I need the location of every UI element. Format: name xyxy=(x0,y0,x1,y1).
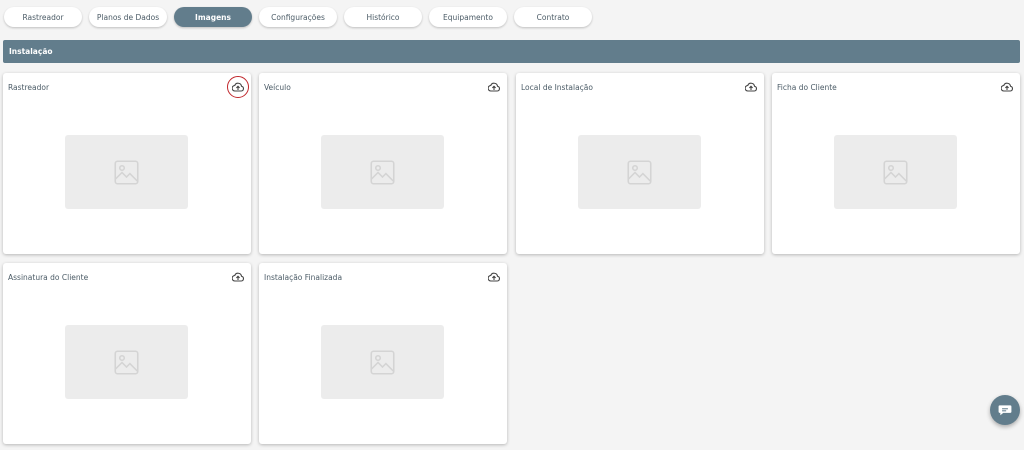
image-placeholder xyxy=(321,325,444,399)
image-icon xyxy=(114,349,139,375)
card-title: Local de Instalação xyxy=(521,83,593,92)
card-title: Ficha do Cliente xyxy=(777,83,837,92)
image-card-rastreador: Rastreador xyxy=(3,73,251,254)
tab-configuracoes[interactable]: Configurações xyxy=(259,7,337,27)
section-title: Instalação xyxy=(9,47,53,56)
image-card-assinatura-do-cliente: Assinatura do Cliente xyxy=(3,263,251,444)
tab-planos-de-dados[interactable]: Planos de Dados xyxy=(89,7,167,27)
image-card-instalacao-finalizada: Instalação Finalizada xyxy=(259,263,507,444)
image-icon xyxy=(370,349,395,375)
card-title: Assinatura do Cliente xyxy=(8,273,89,282)
image-icon xyxy=(370,159,395,185)
image-placeholder xyxy=(834,135,957,209)
cloud-upload-icon[interactable] xyxy=(487,270,501,284)
cloud-upload-icon[interactable] xyxy=(231,270,245,284)
image-icon xyxy=(883,159,908,185)
image-card-veiculo: Veículo xyxy=(259,73,507,254)
tab-imagens[interactable]: Imagens xyxy=(174,7,252,27)
cloud-upload-icon[interactable] xyxy=(1000,80,1014,94)
tab-rastreador[interactable]: Rastreador xyxy=(4,7,82,27)
image-icon xyxy=(114,159,139,185)
cloud-upload-icon[interactable] xyxy=(227,76,249,98)
image-placeholder xyxy=(65,325,188,399)
image-placeholder xyxy=(321,135,444,209)
tab-historico[interactable]: Histórico xyxy=(344,7,422,27)
section-header: Instalação xyxy=(3,40,1020,63)
chat-button[interactable] xyxy=(990,395,1020,425)
image-placeholder xyxy=(578,135,701,209)
card-title: Rastreador xyxy=(8,83,50,92)
tab-contrato[interactable]: Contrato xyxy=(514,7,592,27)
card-title: Instalação Finalizada xyxy=(264,273,343,282)
cloud-upload-icon[interactable] xyxy=(744,80,758,94)
chat-icon xyxy=(998,405,1012,416)
tab-bar: Rastreador Planos de Dados Imagens Confi… xyxy=(4,7,592,27)
image-placeholder xyxy=(65,135,188,209)
image-icon xyxy=(627,159,652,185)
image-card-ficha-do-cliente: Ficha do Cliente xyxy=(772,73,1020,254)
tab-equipamento[interactable]: Equipamento xyxy=(429,7,507,27)
image-card-local-de-instalacao: Local de Instalação xyxy=(516,73,764,254)
cloud-upload-icon[interactable] xyxy=(487,80,501,94)
card-title: Veículo xyxy=(264,83,291,92)
